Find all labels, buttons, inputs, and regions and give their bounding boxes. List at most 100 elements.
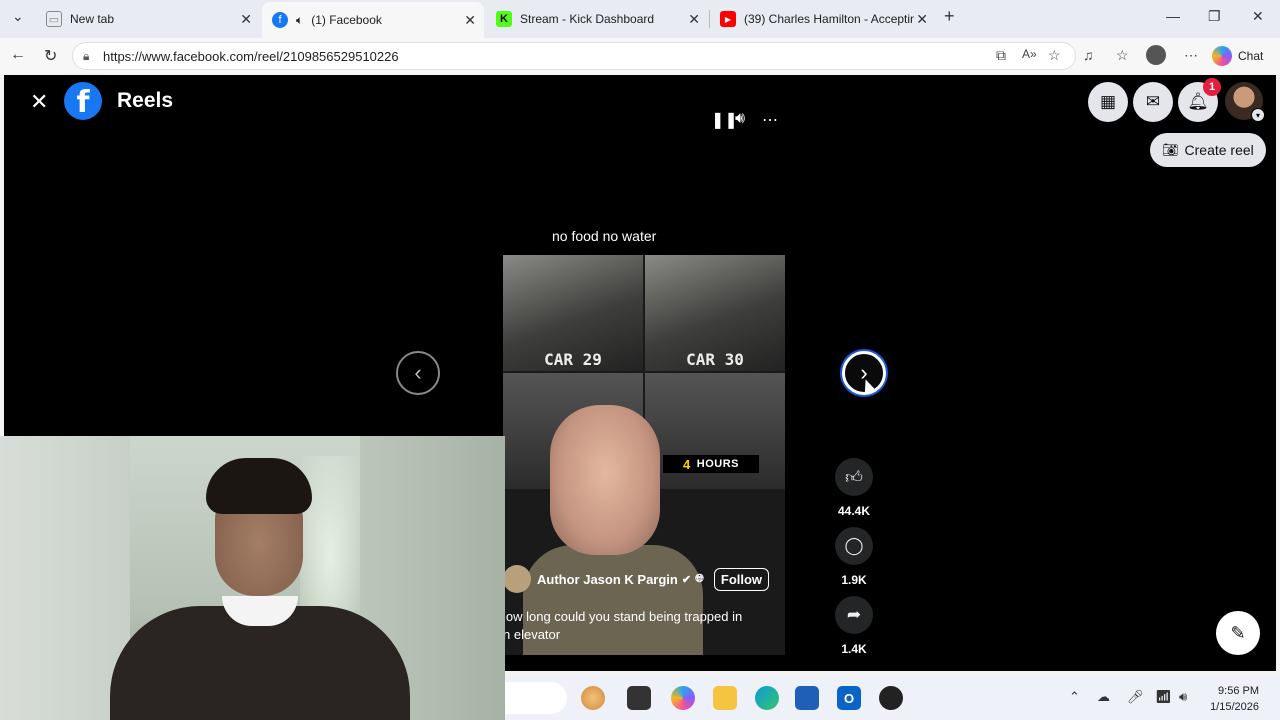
media-icon[interactable]: ♫ — [1083, 47, 1094, 63]
tab-title: New tab — [70, 12, 115, 26]
tab-title: (1) Facebook — [311, 13, 382, 27]
tab-title: (39) Charles Hamilton - Accepting — [744, 12, 914, 26]
hours-overlay: 4 HOURS — [663, 455, 759, 473]
hours-number: 4 — [683, 456, 691, 472]
url-field[interactable]: 🔒︎ https://www.facebook.com/reel/2109856… — [72, 42, 1076, 70]
outlook-icon[interactable]: O — [837, 686, 861, 710]
volume-icon[interactable]: 🔊︎ — [735, 110, 745, 128]
back-icon[interactable]: ← — [10, 46, 26, 64]
edge-browser-icon[interactable] — [755, 686, 779, 710]
webcam-background-wall — [0, 436, 130, 720]
facebook-icon: f — [272, 12, 288, 28]
tab-title: Stream - Kick Dashboard — [520, 12, 655, 26]
wifi-icon[interactable]: 📶︎ — [1155, 689, 1172, 705]
windows-taskbar: O ⌃ ☁ 🎤︎ 📶︎ 🔊︎ 9:56 PM 1/15/2026 — [505, 676, 1280, 720]
cam-label: CAR 29 — [544, 350, 602, 369]
close-icon[interactable]: ✕ — [688, 11, 700, 28]
new-tab-button[interactable]: + — [944, 6, 955, 27]
reel-author-row: Author Jason K Pargin ✔ 🌐︎ Follow — [503, 565, 770, 593]
close-icon[interactable]: ✕ — [240, 11, 252, 28]
refresh-icon[interactable]: ↻ — [44, 46, 57, 66]
chevron-down-icon: ▾ — [1251, 108, 1265, 122]
restore-icon[interactable]: ❐ — [1208, 8, 1221, 25]
tab-kick-dashboard[interactable]: K Stream - Kick Dashboard ✕ — [486, 3, 708, 35]
tab-facebook[interactable]: f 🔈︎ (1) Facebook ✕ — [262, 2, 484, 38]
new-tab-icon: ▭ — [46, 11, 62, 27]
tab-new-tab[interactable]: ▭ New tab ✕ — [36, 3, 260, 35]
read-aloud-icon[interactable]: A» — [1022, 47, 1037, 61]
tab-youtube[interactable]: ▶ (39) Charles Hamilton - Accepting ✕ — [710, 3, 936, 35]
obs-icon[interactable] — [879, 686, 903, 710]
close-icon[interactable]: ✕ — [464, 12, 476, 29]
profile-avatar-icon[interactable] — [1146, 45, 1166, 65]
more-options-icon[interactable]: ⋯ — [762, 110, 778, 130]
menu-grid-icon[interactable]: ▦ — [1088, 82, 1128, 122]
tab-actions-chevron-icon[interactable]: ⌄ — [12, 8, 24, 25]
store-icon[interactable] — [795, 686, 819, 710]
copilot-chat-button[interactable]: Chat — [1212, 44, 1263, 68]
like-count: 44.4K — [837, 504, 871, 518]
webcam-person-hair — [206, 458, 312, 514]
account-avatar[interactable]: ▾ — [1225, 82, 1265, 122]
elevator-cam-frame: CAR 30 — [645, 255, 785, 371]
reel-caption-overlay: no food no water — [552, 228, 657, 244]
favorites-icon[interactable]: ☆ — [1116, 47, 1129, 64]
clock-date: 1/15/2026 — [1210, 701, 1259, 713]
cam-label: CAR 30 — [686, 350, 744, 369]
messenger-icon[interactable]: ✉ — [1133, 82, 1173, 122]
copilot-icon[interactable] — [671, 686, 695, 710]
reel-description[interactable]: low long could you stand being trapped i… — [503, 608, 783, 644]
minimize-icon[interactable]: — — [1166, 8, 1180, 24]
webcam-overlay — [0, 436, 505, 720]
presenter-face — [550, 405, 660, 555]
elevator-cam-frame: CAR 29 — [503, 255, 643, 371]
close-icon[interactable]: ✕ — [916, 11, 928, 28]
author-avatar[interactable] — [503, 565, 531, 593]
more-menu-icon[interactable]: ⋯ — [1184, 47, 1198, 64]
previous-reel-button[interactable]: ‹ — [396, 351, 440, 395]
open-in-app-icon[interactable]: ⧉ — [996, 47, 1006, 64]
facebook-logo[interactable]: f — [64, 82, 102, 120]
lock-icon[interactable]: 🔒︎ — [83, 49, 89, 64]
system-clock[interactable]: 9:56 PM 1/15/2026 — [1197, 683, 1259, 715]
microphone-icon[interactable]: 🎤︎ — [1127, 689, 1144, 705]
notification-badge: 1 — [1203, 78, 1221, 96]
pause-icon[interactable]: ❚❚ — [711, 110, 738, 130]
create-reel-label: Create reel — [1184, 142, 1254, 158]
file-explorer-icon[interactable] — [713, 686, 737, 710]
kick-icon: K — [496, 11, 512, 27]
address-toolbar: ← ↻ 🔒︎ https://www.facebook.com/reel/210… — [0, 38, 1280, 74]
like-action[interactable]: 👍︎ 44.4K — [834, 458, 874, 518]
compose-edit-icon[interactable]: ✎ — [1216, 611, 1260, 655]
volume-icon[interactable]: 🔊︎ — [1179, 689, 1187, 705]
create-reel-button[interactable]: 📷︎ Create reel — [1150, 133, 1266, 167]
chat-label: Chat — [1238, 49, 1264, 63]
speaker-icon[interactable]: 🔈︎ — [296, 13, 303, 28]
like-icon[interactable]: 👍︎ — [835, 458, 873, 496]
hours-label: HOURS — [696, 458, 739, 470]
comment-icon[interactable]: ◯ — [835, 527, 873, 565]
close-reels-icon[interactable]: ✕ — [30, 89, 48, 115]
url-text: https://www.facebook.com/reel/2109856529… — [103, 48, 399, 64]
clock-time: 9:56 PM — [1218, 685, 1259, 697]
camera-icon: 📷︎ — [1162, 142, 1179, 157]
window-close-icon[interactable]: ✕ — [1252, 8, 1264, 25]
author-name[interactable]: Author Jason K Pargin — [537, 572, 678, 587]
share-count: 1.4K — [841, 642, 867, 656]
globe-icon: 🌐︎ — [695, 572, 704, 585]
browser-tab-bar: ⌄ ▭ New tab ✕ f 🔈︎ (1) Facebook ✕ K Stre… — [0, 0, 1280, 38]
share-icon[interactable]: ➦ — [835, 596, 873, 634]
favorite-star-icon[interactable]: ☆ — [1048, 47, 1061, 64]
youtube-icon: ▶ — [720, 11, 736, 27]
copilot-icon — [1212, 46, 1232, 66]
share-action[interactable]: ➦ 1.4K — [834, 596, 874, 656]
follow-button[interactable]: Follow — [713, 567, 770, 591]
taskbar-search[interactable] — [505, 682, 567, 714]
bing-widget-icon[interactable] — [581, 686, 605, 710]
show-hidden-icons-chevron-icon[interactable]: ⌃ — [1069, 689, 1080, 705]
comment-count: 1.9K — [841, 573, 867, 587]
page-title: Reels — [117, 89, 174, 112]
task-view-icon[interactable] — [627, 686, 651, 710]
comment-action[interactable]: ◯ 1.9K — [834, 527, 874, 587]
onedrive-icon[interactable]: ☁ — [1097, 689, 1110, 705]
